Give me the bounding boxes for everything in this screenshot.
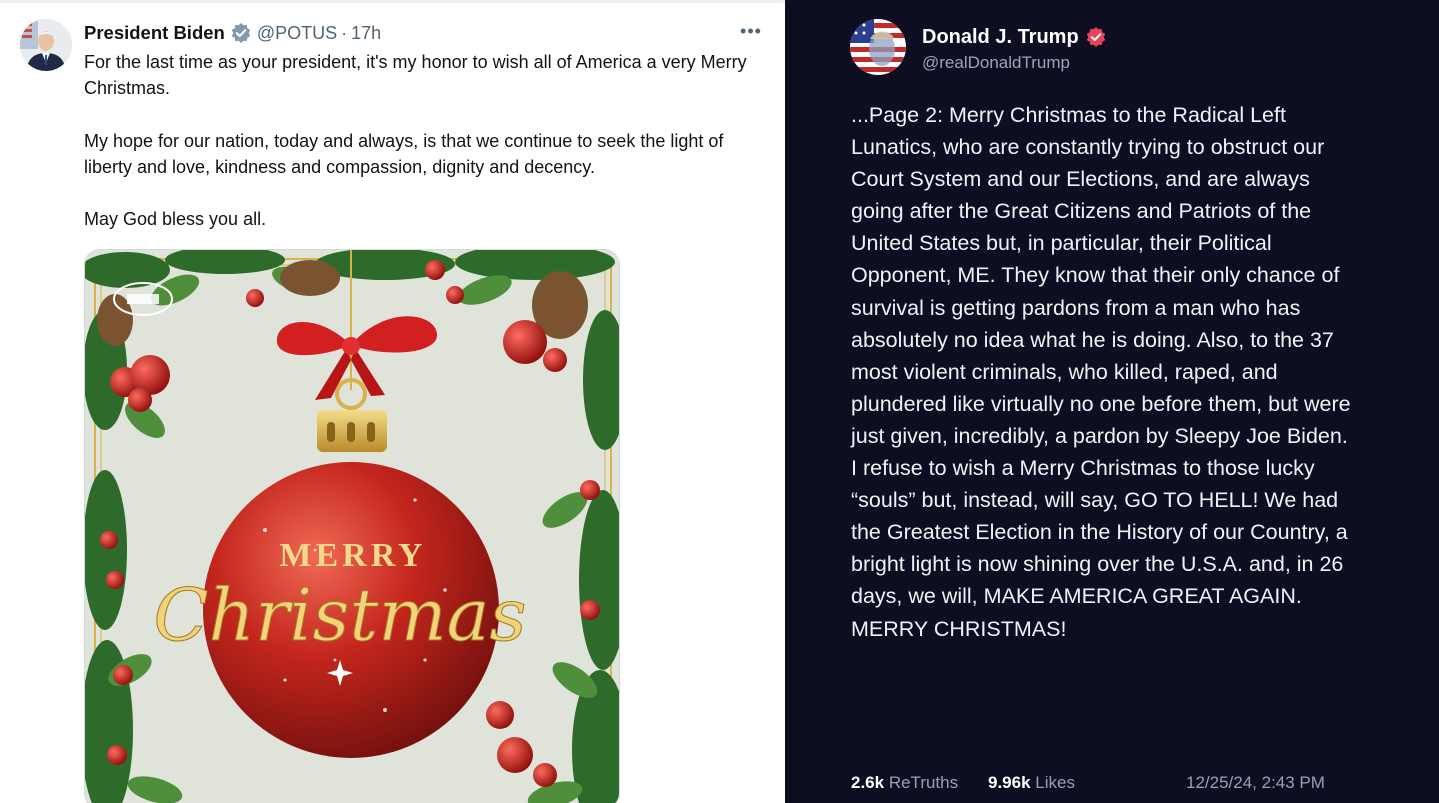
x-post-panel: President Biden @POTUS · 17h ••• For the… [0, 0, 785, 803]
divider [0, 0, 785, 3]
card-text-merry: MERRY [279, 537, 426, 574]
author-handle[interactable]: @realDonaldTrump [922, 53, 1070, 73]
author-name[interactable]: President Biden [84, 22, 225, 44]
separator-dot: · [341, 22, 348, 43]
likes-number: 9.96k [988, 773, 1031, 792]
retruths-count[interactable]: 2.6k ReTruths [851, 773, 958, 795]
post-time[interactable]: 17h [351, 23, 381, 44]
avatar[interactable] [850, 19, 906, 75]
likes-label: Likes [1035, 773, 1075, 792]
post-paragraph: May God bless you all. [84, 209, 267, 229]
truth-social-panel: Donald J. Trump @realDonaldTrump ...Page… [785, 0, 1439, 803]
card-text-christmas: Christmas [154, 573, 527, 657]
retruths-number: 2.6k [851, 773, 885, 792]
post-header: Donald J. Trump [922, 24, 1107, 50]
verified-badge-icon [230, 22, 252, 44]
post-body: ...Page 2: Merry Christmas to the Radica… [851, 103, 1351, 641]
post-paragraph: For the last time as your president, it'… [84, 52, 747, 98]
author-handle[interactable]: @POTUS [257, 23, 337, 44]
avatar[interactable] [20, 19, 72, 71]
verified-badge-icon [1085, 26, 1107, 48]
post-paragraph: My hope for our nation, today and always… [84, 131, 724, 177]
post-timestamp[interactable]: 12/25/24, 2:43 PM [1186, 773, 1325, 795]
post-image-card[interactable]: MERRY Christmas [84, 249, 620, 803]
retruths-label: ReTruths [888, 773, 959, 792]
author-name[interactable]: Donald J. Trump [922, 26, 1079, 49]
likes-count[interactable]: 9.96k Likes [988, 773, 1075, 795]
more-options-icon[interactable]: ••• [736, 22, 766, 44]
post-header: President Biden @POTUS · 17h [84, 21, 381, 45]
